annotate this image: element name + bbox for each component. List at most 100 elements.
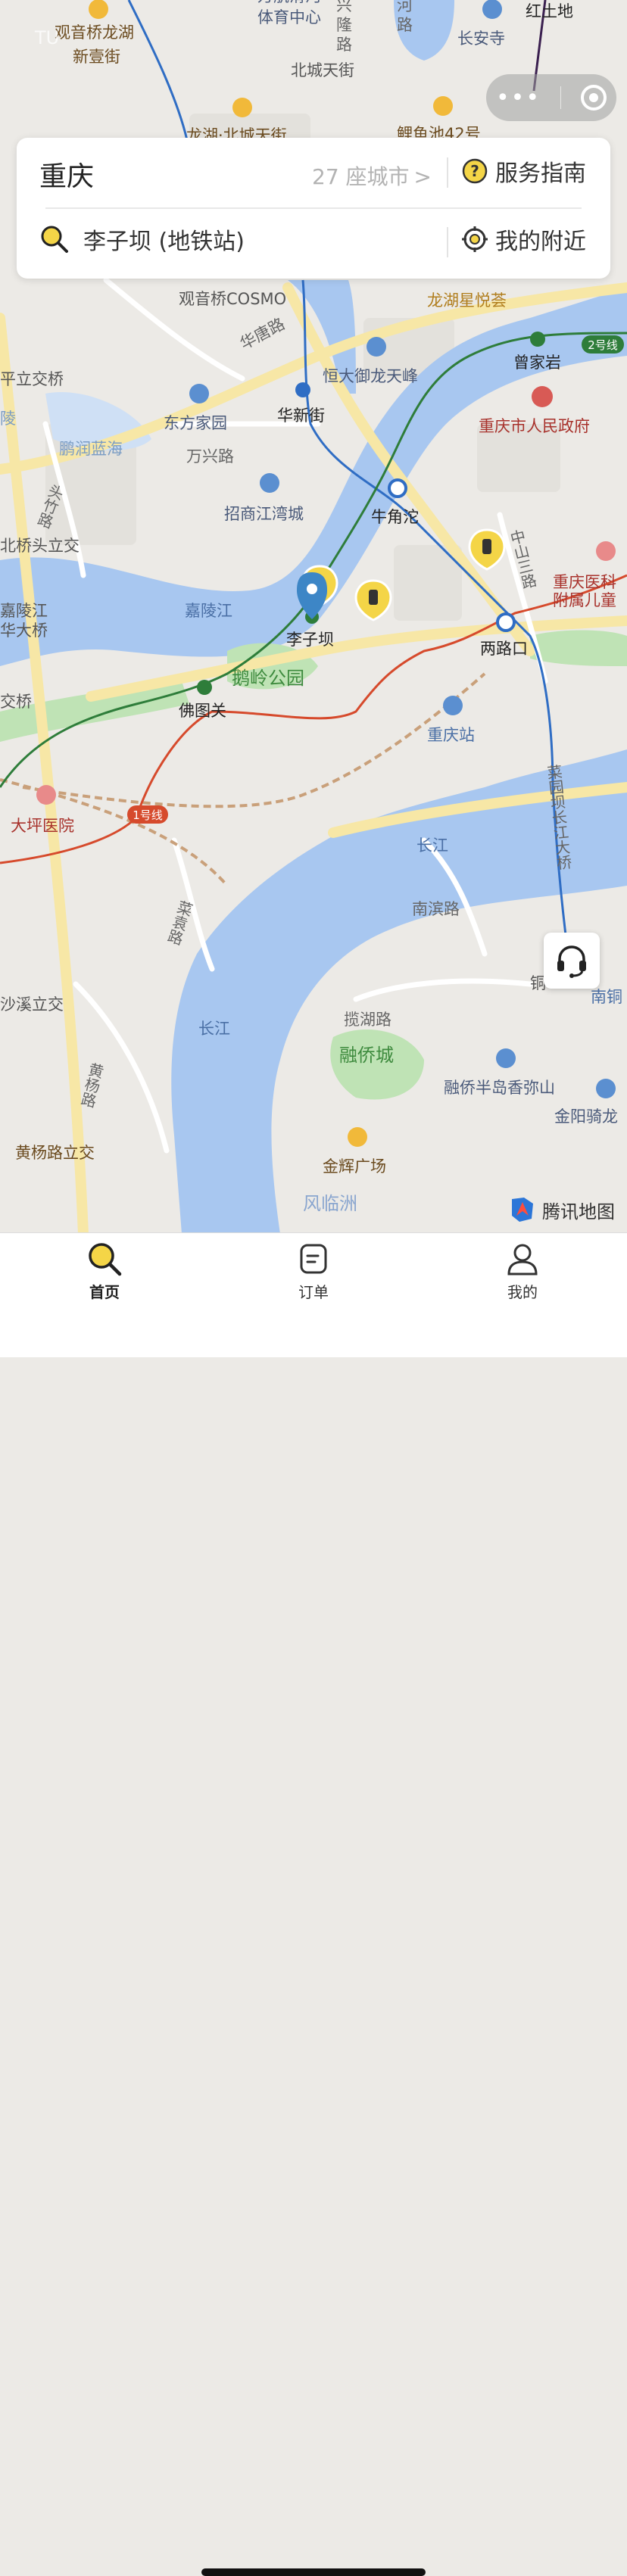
bottom-tab-bar: 首页 订单 我的 [0,1232,627,2576]
more-menu-icon[interactable]: ••• [496,85,541,111]
map-label: 嘉陵江 [0,602,48,620]
station-huaxinjie-icon [295,382,310,397]
customer-service-button[interactable] [544,933,600,989]
tab-profile[interactable]: 我的 [477,1241,568,1302]
map-label: 平立交桥 [0,370,64,388]
poi-home-icon [482,0,502,19]
service-guide-label: 服务指南 [495,160,586,187]
status-bar-carrier: TU [35,27,60,48]
brand-name: 腾讯地图 [542,1201,615,1223]
map-label: 华新街 [277,406,325,425]
poi-mall-icon [433,96,453,116]
map-label: 万航滑河 [257,0,321,5]
map-label: 重庆站 [427,726,475,744]
chevron-right-icon: > [413,164,432,189]
map-label: 招商江湾城 [224,505,304,523]
map-label: 长江 [416,836,448,855]
station-zengjiayan-icon [530,332,545,347]
map-label: 鹅岭公园 [232,668,304,689]
map-label: 金辉广场 [323,1157,386,1176]
poi-mall-icon [89,0,108,19]
tab-home[interactable]: 首页 [59,1241,150,1302]
map-label: 华大桥 [0,621,48,640]
map-label: 万兴路 [186,447,234,466]
service-guide-button[interactable]: ? 服务指南 [462,154,586,188]
map-label: 重庆市人民政府 [479,417,590,435]
map-label: 黄杨路立交 [15,1144,95,1162]
map-label: 融侨半岛香弥山 [444,1079,555,1097]
city-count-link[interactable]: 27 座城市 > [312,160,432,191]
map-brand: 腾讯地图 [509,1196,615,1223]
station-niujiaotuo-icon [388,478,407,498]
poi-home-icon [367,337,386,357]
nearby-label: 我的附近 [495,229,586,255]
station-futuguan-icon [197,680,212,695]
map-label: 观音桥COSMO [179,290,286,308]
map-label: 北桥头立交 [0,537,80,555]
line-badge-2: 2号线 [582,335,624,354]
map-label: 沙溪立交 [0,995,64,1014]
top-search-card: 重庆 27 座城市 > ? 服务指南 李子坝 (地铁站) 我的附近 [17,138,610,279]
svg-text:?: ? [470,162,479,180]
map-label: 重庆医科 [553,573,616,591]
map-label: 新壹街 [73,48,120,66]
order-icon [300,1244,327,1274]
location-search-field[interactable]: 李子坝 (地铁站) [39,223,245,256]
map-label: 河 [397,0,413,14]
map-label: 体育中心 [257,8,321,26]
tab-orders[interactable]: 订单 [268,1241,359,1302]
current-location-text: 李子坝 (地铁站) [83,229,245,255]
search-icon [41,226,68,253]
station-lianglukou-icon [496,612,516,632]
location-row: 李子坝 (地铁站) 我的附近 [17,209,610,279]
map-label: 龙湖星悦荟 [427,291,507,310]
poi-hospital-icon [596,541,616,561]
map-label: 大坪医院 [11,817,74,835]
map-label: 陵 [0,410,16,428]
city-count-text: 27 座城市 [312,164,410,189]
map-label: 长安寺 [457,30,505,48]
home-indicator [201,2568,426,2576]
map-label: 观音桥龙湖 [55,23,134,42]
line-badge-2-text: 2号线 [588,338,618,352]
help-icon: ? [462,158,488,184]
tab-profile-label: 我的 [507,1283,538,1301]
map-label: 两路口 [480,640,528,658]
home-search-icon [89,1243,122,1276]
poi-train-station-icon [443,696,463,715]
map-label: 鹏润蓝海 [59,440,123,458]
map-label: 北城天街 [291,61,354,79]
map-label: 牛角沱 [371,508,419,526]
poi-home-icon [260,473,279,493]
map-label: 佛图关 [179,702,226,720]
nearby-button[interactable]: 我的附近 [462,223,586,256]
line-badge-1-text: 1号线 [133,808,163,822]
map-label: 南铜 [591,988,622,1006]
tencent-map-logo-icon [512,1198,533,1222]
vertical-divider [447,157,448,188]
map-label: 嘉陵江 [185,602,232,620]
locate-icon [462,226,488,252]
map-label: 东方家园 [164,414,227,432]
map-label: 路 [336,36,352,54]
map-label: 兴 [336,0,352,14]
map-label: 融侨城 [339,1045,394,1066]
poi-hospital-icon [36,785,56,805]
close-miniprogram-icon[interactable] [581,85,607,111]
map-label: 恒大御龙天峰 [323,367,418,385]
tab-home-label: 首页 [89,1283,120,1301]
city-name[interactable]: 重庆 [39,154,94,194]
poi-government-icon [532,386,553,407]
miniprogram-capsule: ••• [486,74,616,121]
map-label: 李子坝 [286,631,334,649]
poi-mall-icon [232,98,252,117]
map-label: 红土地 [526,2,573,20]
poi-home-icon [596,1079,616,1098]
map-label: 曾家岩 [513,354,561,372]
map-label: 风临洲 [303,1193,357,1214]
map-label: 南滨路 [412,900,460,918]
headset-icon [557,945,586,978]
map-label: 隆 [336,16,352,34]
poi-home-icon [496,1048,516,1068]
map-label: 附属儿童 [553,591,616,609]
